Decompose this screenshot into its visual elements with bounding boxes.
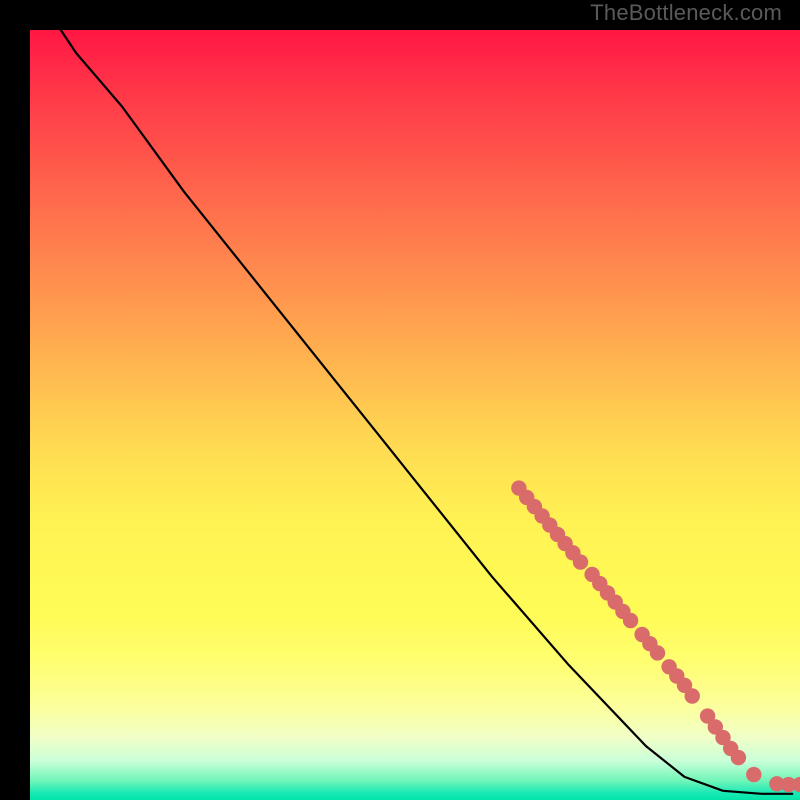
curve-marker bbox=[650, 645, 665, 660]
plot-area bbox=[30, 30, 800, 800]
curve-marker bbox=[573, 554, 588, 569]
curve-markers bbox=[511, 480, 800, 792]
curve-marker bbox=[731, 750, 746, 765]
chart-frame bbox=[15, 15, 785, 785]
curve-marker bbox=[685, 688, 700, 703]
curve-marker bbox=[746, 767, 761, 782]
curve-marker bbox=[623, 613, 638, 628]
watermark: TheBottleneck.com bbox=[590, 0, 782, 26]
chart-svg bbox=[30, 30, 800, 800]
